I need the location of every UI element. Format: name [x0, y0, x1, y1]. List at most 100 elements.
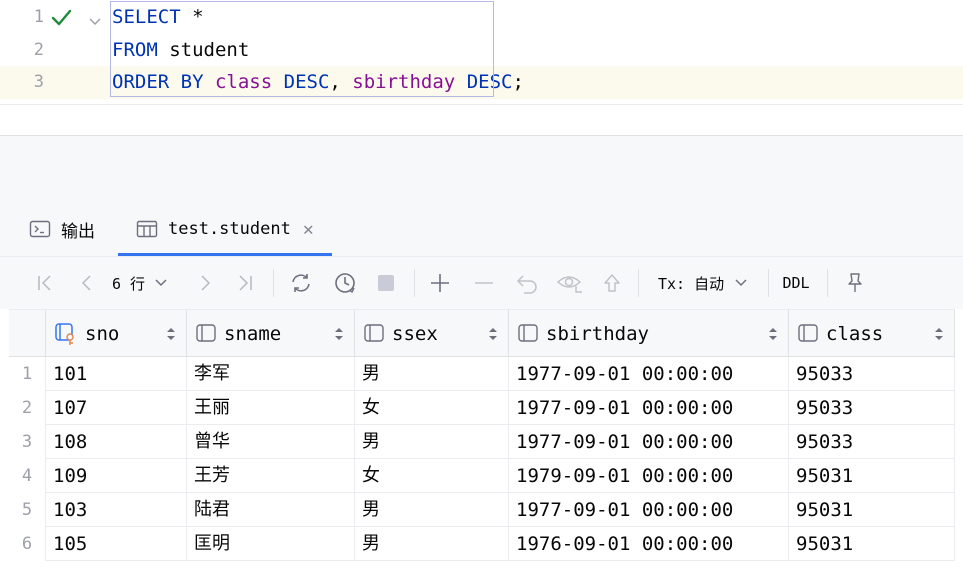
results-toolbar: 6 行 Tx: 自动 DDL: [0, 257, 963, 309]
code-token: FROM: [112, 39, 158, 61]
cell-sbirthday[interactable]: 1977-09-01 00:00:00: [508, 425, 788, 459]
sort-icon[interactable]: [768, 326, 778, 346]
line-number: 1: [33, 7, 44, 27]
submit-arrow-up-icon[interactable]: [600, 271, 624, 295]
cell-ssex[interactable]: 男: [354, 425, 508, 459]
toolbar-separator: [827, 269, 828, 297]
transaction-mode-dropdown[interactable]: Tx: 自动: [658, 271, 754, 295]
sort-icon[interactable]: [488, 326, 498, 346]
column-header-sname[interactable]: sname: [186, 310, 354, 358]
cell-sbirthday[interactable]: 1976-09-01 00:00:00: [508, 527, 788, 561]
add-row-icon[interactable]: [428, 271, 452, 295]
code-token: SELECT: [112, 6, 181, 28]
cell-sno[interactable]: 105: [45, 527, 186, 561]
cell-sbirthday[interactable]: 1979-09-01 00:00:00: [508, 459, 788, 493]
panel-splitter[interactable]: [0, 135, 963, 203]
cell-ssex[interactable]: 男: [354, 527, 508, 561]
table-row[interactable]: 6 105 匡明 男 1976-09-01 00:00:00 95031: [9, 527, 955, 561]
cell-ssex[interactable]: 女: [354, 391, 508, 425]
history-clock-icon[interactable]: [332, 271, 358, 295]
cell-sname[interactable]: 李军: [186, 357, 354, 391]
column-label: class: [826, 323, 884, 345]
column-icon: [797, 323, 819, 345]
code-token: sbirthday: [352, 71, 456, 93]
cell-sname[interactable]: 曾华: [186, 425, 354, 459]
cell-class[interactable]: 95031: [788, 459, 955, 493]
table-row[interactable]: 3 108 曾华 男 1977-09-01 00:00:00 95033: [9, 425, 955, 459]
cell-sno[interactable]: 108: [45, 425, 186, 459]
tab-output[interactable]: 输出: [29, 202, 95, 256]
sort-icon[interactable]: [166, 326, 176, 346]
cell-sno[interactable]: 101: [45, 357, 186, 391]
code-line[interactable]: FROM student: [112, 34, 249, 67]
ddl-button[interactable]: DDL: [782, 271, 810, 295]
row-number: 6: [9, 527, 45, 561]
tab-output-label: 输出: [61, 221, 95, 242]
view-icon[interactable]: [556, 271, 584, 295]
table-row[interactable]: 5 103 陆君 男 1977-09-01 00:00:00 95031: [9, 493, 955, 527]
cell-sname[interactable]: 陆君: [186, 493, 354, 527]
cell-class[interactable]: 95033: [788, 425, 955, 459]
row-number: 1: [9, 357, 45, 391]
column-header-ssex[interactable]: ssex: [354, 310, 508, 358]
cell-sno[interactable]: 107: [45, 391, 186, 425]
result-table[interactable]: sno sname ssex sbirthday class 1 101 李军 …: [9, 309, 955, 561]
console-icon: [29, 219, 51, 239]
pin-icon[interactable]: [844, 271, 866, 295]
stop-icon[interactable]: [375, 271, 397, 295]
last-page-icon[interactable]: [234, 271, 256, 295]
transaction-mode-label: Tx: 自动: [658, 274, 725, 293]
sort-icon[interactable]: [934, 326, 944, 346]
editor-line-1[interactable]: 1 SELECT *: [0, 1, 963, 34]
row-number: 2: [9, 391, 45, 425]
code-token: ;: [512, 71, 524, 93]
cell-class[interactable]: 95033: [788, 357, 955, 391]
cell-class[interactable]: 95031: [788, 527, 955, 561]
code-token: DESC: [283, 71, 330, 93]
cell-sname[interactable]: 王丽: [186, 391, 354, 425]
code-line[interactable]: ORDER BY class DESC, sbirthday DESC;: [112, 66, 524, 99]
cell-sname[interactable]: 王芳: [186, 459, 354, 493]
chevron-down-icon[interactable]: [88, 12, 102, 31]
table-row[interactable]: 4 109 王芳 女 1979-09-01 00:00:00 95031: [9, 459, 955, 493]
cell-ssex[interactable]: 男: [354, 357, 508, 391]
first-page-icon[interactable]: [34, 271, 56, 295]
sort-icon[interactable]: [334, 326, 344, 346]
editor-line-2[interactable]: 2 FROM student: [0, 34, 963, 67]
cell-ssex[interactable]: 女: [354, 459, 508, 493]
code-line[interactable]: SELECT *: [112, 1, 204, 34]
row-number: 4: [9, 459, 45, 493]
row-count-dropdown[interactable]: 6 行: [112, 271, 182, 295]
toolbar-separator: [768, 269, 769, 297]
table-row[interactable]: 1 101 李军 男 1977-09-01 00:00:00 95033: [9, 357, 955, 391]
code-token: ,: [329, 71, 353, 93]
cell-sbirthday[interactable]: 1977-09-01 00:00:00: [508, 357, 788, 391]
cell-sno[interactable]: 109: [45, 459, 186, 493]
tab-test-student[interactable]: test.student ✕: [118, 202, 332, 256]
column-header-class[interactable]: class: [788, 310, 955, 358]
cell-ssex[interactable]: 男: [354, 493, 508, 527]
next-page-icon[interactable]: [194, 271, 216, 295]
cell-sno[interactable]: 103: [45, 493, 186, 527]
column-icon: [517, 323, 539, 345]
column-header-sbirthday[interactable]: sbirthday: [508, 310, 788, 358]
divider: [0, 104, 963, 105]
toolbar-separator: [273, 269, 274, 297]
column-label: sname: [224, 323, 282, 345]
delete-row-icon[interactable]: [472, 271, 496, 295]
revert-icon[interactable]: [514, 271, 540, 295]
chevron-down-icon: [155, 279, 167, 287]
previous-page-icon[interactable]: [76, 271, 98, 295]
sql-editor[interactable]: 1 SELECT * 2 FROM student 3 ORDER BY cla…: [0, 0, 963, 104]
cell-sbirthday[interactable]: 1977-09-01 00:00:00: [508, 391, 788, 425]
close-icon[interactable]: ✕: [303, 219, 314, 240]
editor-line-3[interactable]: 3 ORDER BY class DESC, sbirthday DESC;: [0, 66, 963, 99]
cell-class[interactable]: 95033: [788, 391, 955, 425]
column-header-sno[interactable]: sno: [45, 310, 186, 358]
table-row[interactable]: 2 107 王丽 女 1977-09-01 00:00:00 95033: [9, 391, 955, 425]
cell-sname[interactable]: 匡明: [186, 527, 354, 561]
cell-class[interactable]: 95031: [788, 493, 955, 527]
refresh-icon[interactable]: [288, 271, 314, 295]
cell-sbirthday[interactable]: 1977-09-01 00:00:00: [508, 493, 788, 527]
